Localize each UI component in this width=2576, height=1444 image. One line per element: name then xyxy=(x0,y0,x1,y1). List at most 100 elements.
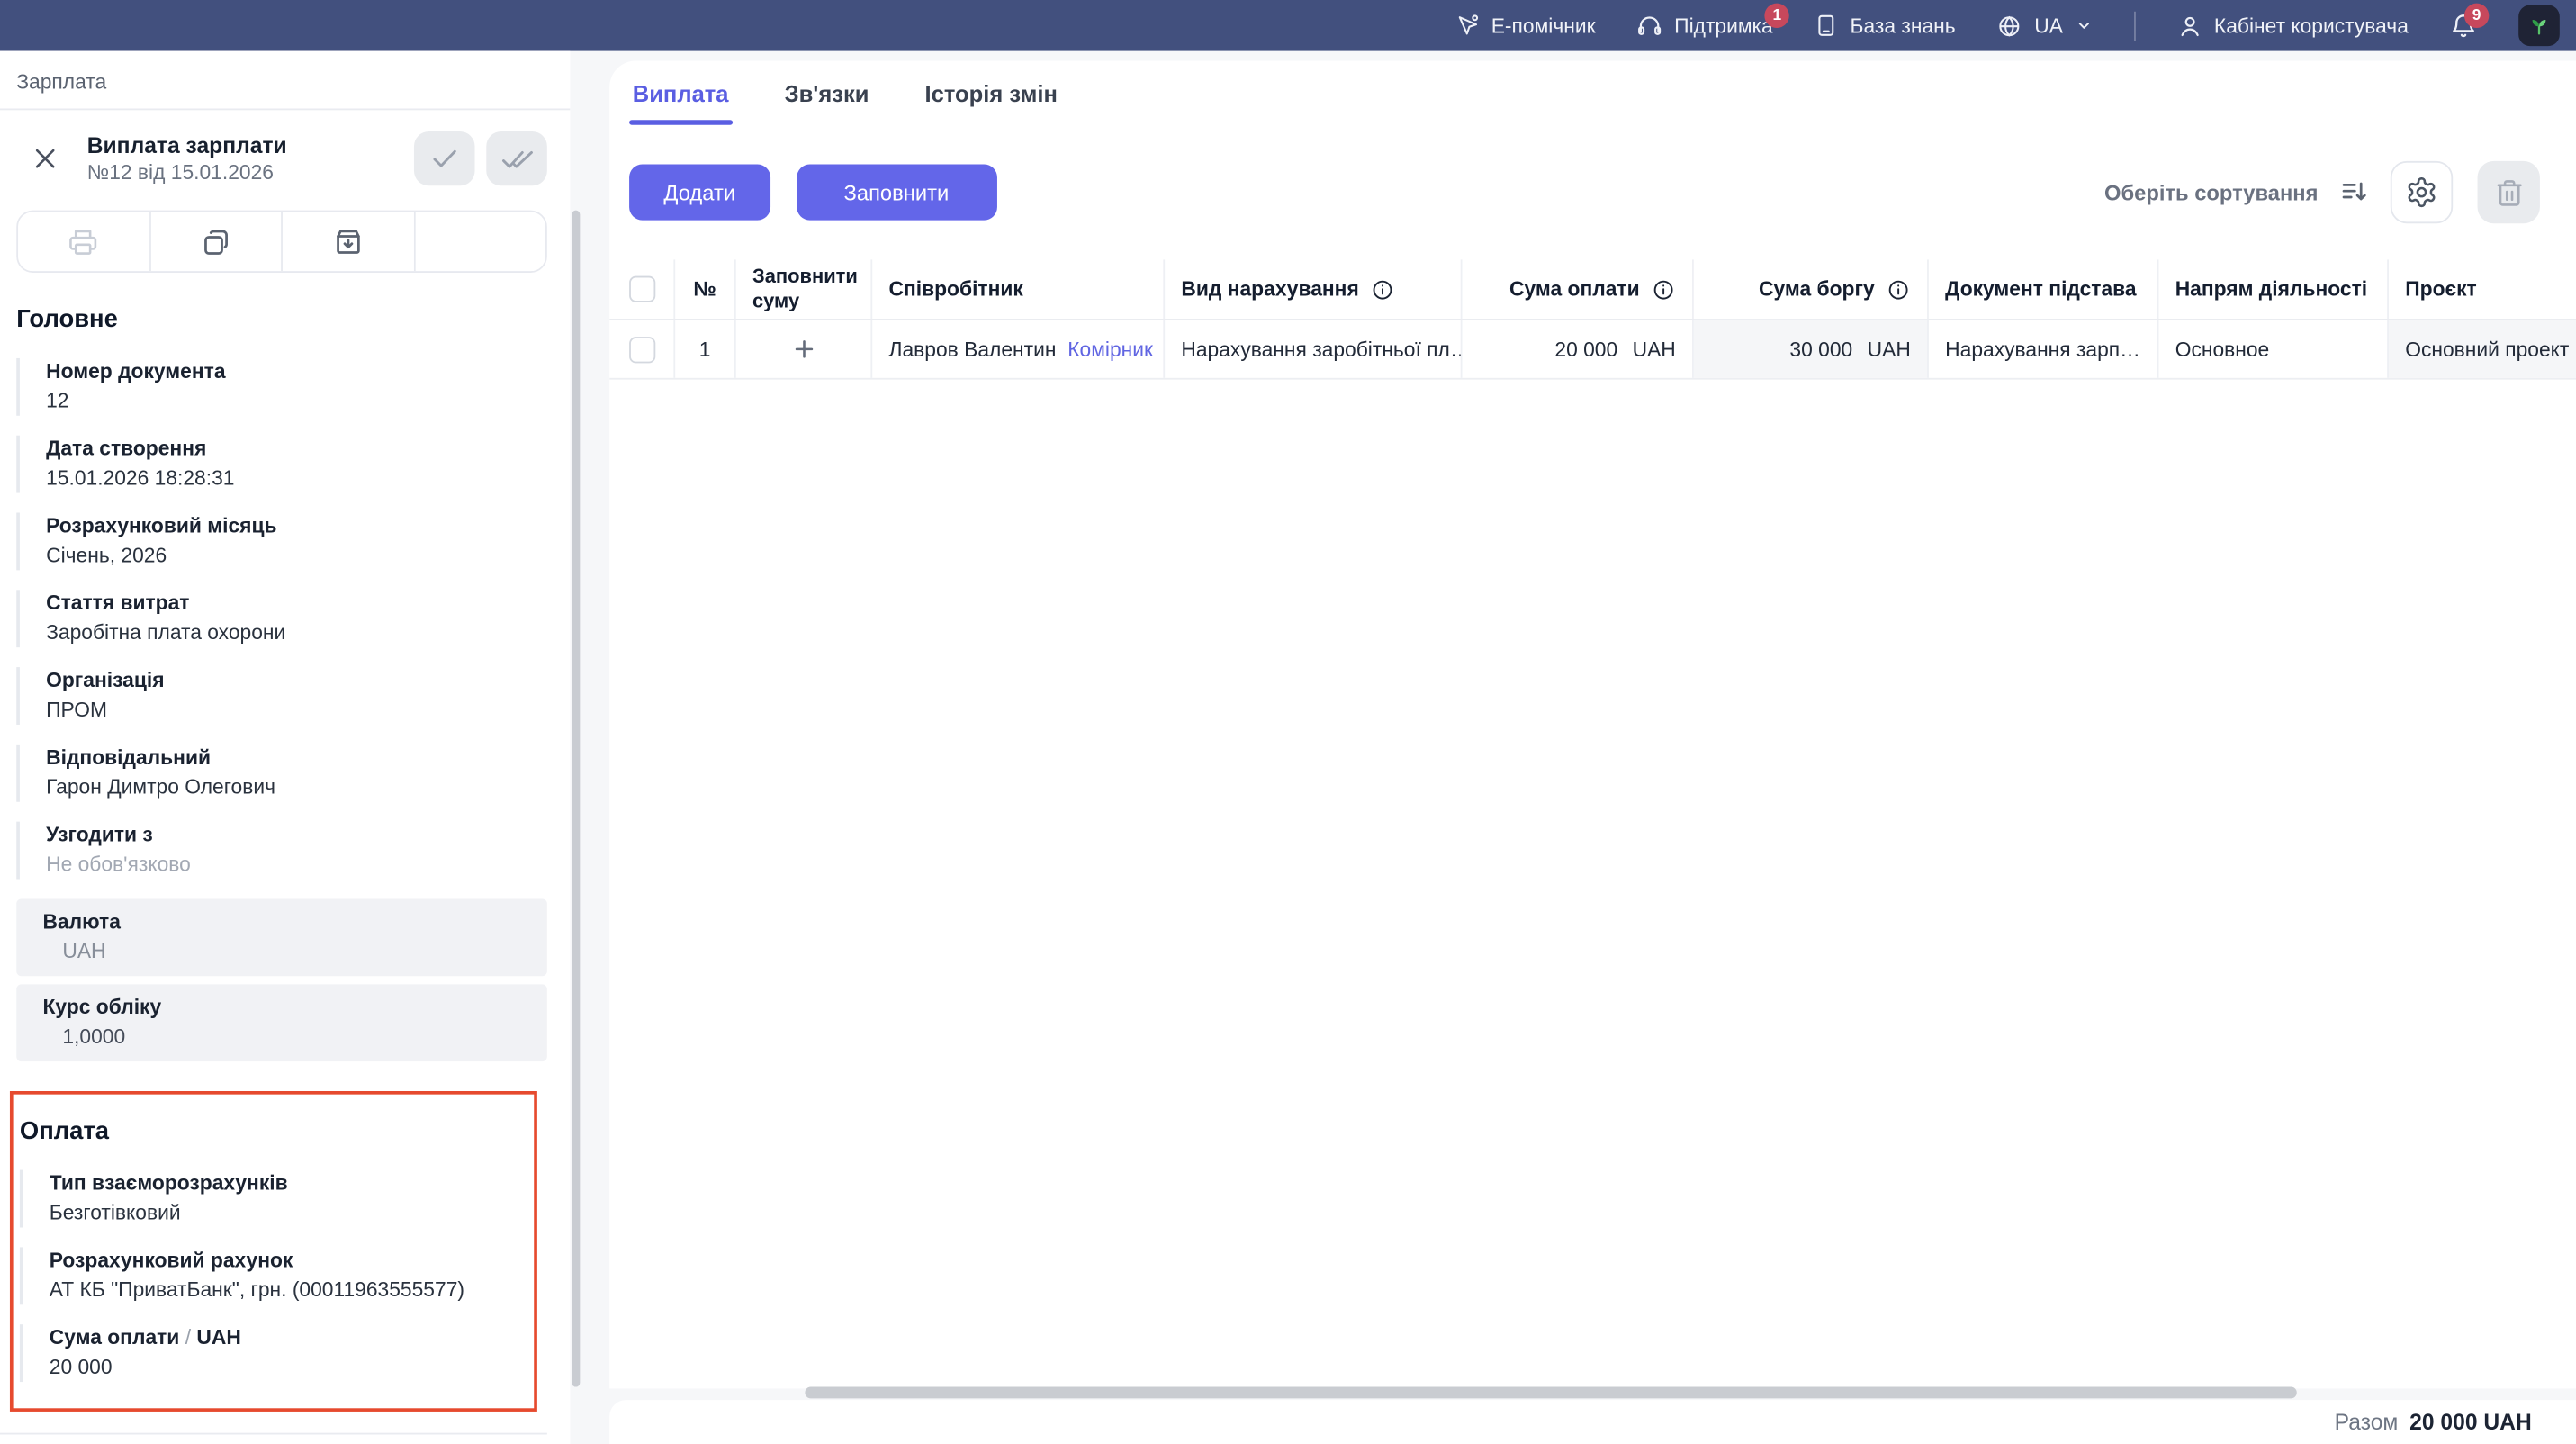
row-cell-num: 1 xyxy=(675,320,736,378)
sidebar-scrollbar[interactable] xyxy=(572,211,580,1387)
document-titles: Виплата зарплати №12 від 15.01.2026 xyxy=(87,134,287,184)
field-settlement-type[interactable]: Тип взаєморозрахунків Безготівковий xyxy=(20,1170,508,1228)
topbar-divider xyxy=(2133,11,2135,41)
archive-box-icon xyxy=(331,225,365,258)
close-button[interactable] xyxy=(26,140,62,176)
row-cell-fill-amount xyxy=(736,320,872,378)
assistant-label: Е-помічник xyxy=(1491,14,1596,38)
select-all-checkbox[interactable] xyxy=(628,276,654,302)
header-cell-project: Проєкт xyxy=(2389,259,2576,319)
check-icon xyxy=(428,143,460,175)
header-cell-select xyxy=(609,259,675,319)
table-actions: Додати Заповнити Оберіть сортування xyxy=(609,161,2576,223)
section-title-main: Головне xyxy=(0,306,570,334)
tab-relations[interactable]: Зв'язки xyxy=(781,80,872,124)
section-title-payment: Оплата xyxy=(16,1117,534,1145)
gear-icon xyxy=(2405,176,2438,209)
field-settlement-account[interactable]: Розрахунковий рахунок АТ КБ "ПриватБанк"… xyxy=(20,1247,508,1304)
field-doc-number[interactable]: Номер документа 12 xyxy=(16,358,547,416)
field-approve-with[interactable]: Узгодити з Не обов'язково xyxy=(16,822,547,880)
row-cell-payment-amount: 20 000 UAH xyxy=(1463,320,1694,378)
double-check-icon xyxy=(500,142,534,176)
header-cell-payment-amount: Сума оплати xyxy=(1463,259,1694,319)
topbar-item-knowledge-base[interactable]: База знань xyxy=(1814,0,1955,51)
fill-button[interactable]: Заповнити xyxy=(797,165,997,221)
language-label: UA xyxy=(2034,14,2063,38)
notifications-button[interactable]: 9 xyxy=(2450,0,2478,51)
tabs: Виплата Зв'язки Історія змін xyxy=(609,61,2576,125)
employee-role-link[interactable]: Комірник xyxy=(1067,338,1153,361)
table-settings-button[interactable] xyxy=(2391,161,2453,223)
toolbar-empty-slot xyxy=(415,212,545,271)
trash-icon xyxy=(2493,176,2525,208)
field-exchange-rate: Курс обліку 1,0000 xyxy=(16,984,547,1061)
sidebar-divider xyxy=(0,1433,547,1435)
support-badge: 1 xyxy=(1765,4,1789,28)
delete-button[interactable] xyxy=(2478,161,2540,223)
field-responsible[interactable]: Відповідальний Гарон Димтро Олегович xyxy=(16,745,547,802)
user-icon xyxy=(2176,13,2202,39)
approve-all-button[interactable] xyxy=(486,131,547,185)
header-cell-employee: Співробітник xyxy=(872,259,1165,319)
knowledge-base-label: База знань xyxy=(1851,14,1956,38)
tab-payment[interactable]: Виплата xyxy=(629,80,732,124)
table-header-row: № Заповнити суму Співробітник Вид нараху… xyxy=(609,259,2576,320)
row-cell-activity-direction: Основное xyxy=(2158,320,2389,378)
topbar-item-support[interactable]: Підтримка 1 xyxy=(1636,0,1773,51)
document-header: Виплата зарплати №12 від 15.01.2026 xyxy=(0,110,570,185)
field-created-date[interactable]: Дата створення 15.01.2026 18:28:31 xyxy=(16,436,547,493)
topbar-menu: Е-помічник Підтримка 1 База знань UA Каб… xyxy=(1455,0,2576,51)
document-sidebar: Зарплата Виплата зарплати №12 від 15.01.… xyxy=(0,51,570,1444)
chevron-down-icon xyxy=(2075,16,2093,34)
document-toolbar xyxy=(16,211,547,273)
field-currency: Валюта UAH xyxy=(16,898,547,976)
approve-buttons xyxy=(414,131,547,185)
language-selector[interactable]: UA xyxy=(1996,0,2093,51)
avatar[interactable] xyxy=(2518,5,2560,46)
sprout-logo-icon xyxy=(2526,14,2551,38)
topbar-item-assistant[interactable]: Е-помічник xyxy=(1455,0,1596,51)
table-horizontal-scrollbar[interactable] xyxy=(805,1387,2296,1399)
main-panel: Виплата Зв'язки Історія змін Додати Запо… xyxy=(609,61,2576,1389)
field-billing-month[interactable]: Розрахунковий місяць Січень, 2026 xyxy=(16,512,547,570)
total-value: 20 000 UAH xyxy=(2409,1410,2532,1434)
payment-section-highlight: Оплата Тип взаєморозрахунків Безготівков… xyxy=(10,1091,537,1412)
field-payment-amount[interactable]: Сума оплати / UAH 20 000 xyxy=(20,1324,508,1382)
info-icon[interactable] xyxy=(1371,277,1395,302)
sort-icon[interactable] xyxy=(2339,177,2369,207)
total-bar: Разом 20 000 UAH xyxy=(609,1400,2576,1444)
notifications-badge: 9 xyxy=(2464,4,2489,28)
row-checkbox[interactable] xyxy=(628,336,654,362)
field-expense-item[interactable]: Стаття витрат Заробітна плата охорони xyxy=(16,590,547,647)
header-cell-accrual-type: Вид нарахування xyxy=(1165,259,1462,319)
document-subtitle: №12 від 15.01.2026 xyxy=(87,163,287,184)
plus-icon[interactable] xyxy=(789,335,817,363)
topbar-item-user-cabinet[interactable]: Кабінет користувача xyxy=(2176,0,2409,51)
copy-button[interactable] xyxy=(150,212,283,271)
row-cell-debt-amount: 30 000 UAH xyxy=(1694,320,1929,378)
printer-icon xyxy=(68,226,99,257)
print-button[interactable] xyxy=(18,212,150,271)
info-icon[interactable] xyxy=(1886,277,1910,302)
sort-and-settings: Оберіть сортування xyxy=(2104,161,2540,223)
info-icon[interactable] xyxy=(1651,277,1675,302)
archive-button[interactable] xyxy=(283,212,415,271)
row-cell-base-document: Нарахування зарп… xyxy=(1929,320,2159,378)
row-cell-project: Основний проект xyxy=(2389,320,2576,378)
support-label: Підтримка xyxy=(1674,14,1773,38)
close-icon xyxy=(31,145,59,173)
assistant-cursor-icon xyxy=(1455,14,1480,38)
add-button[interactable]: Додати xyxy=(629,165,770,221)
sort-select[interactable]: Оберіть сортування xyxy=(2104,180,2318,204)
headset-icon xyxy=(1636,13,1662,39)
globe-icon xyxy=(1996,13,2022,39)
document-title: Виплата зарплати xyxy=(87,134,287,157)
book-icon xyxy=(1814,14,1838,38)
tab-history[interactable]: Історія змін xyxy=(922,80,1061,124)
approve-button[interactable] xyxy=(414,131,475,185)
field-organization[interactable]: Організація ПРОМ xyxy=(16,667,547,725)
table-row[interactable]: 1 Лавров Валентин Комірник Нарахування з… xyxy=(609,320,2576,380)
row-cell-employee[interactable]: Лавров Валентин Комірник xyxy=(872,320,1165,378)
row-cell-accrual-type: Нарахування заробітньої пл… xyxy=(1165,320,1462,378)
breadcrumb: Зарплата xyxy=(0,51,570,111)
